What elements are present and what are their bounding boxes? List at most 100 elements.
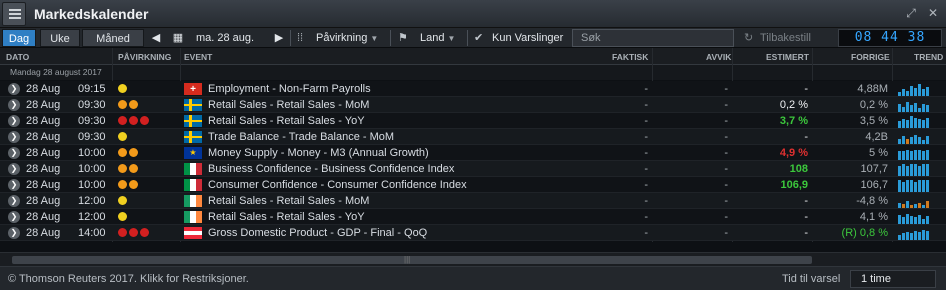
trend-bar [914, 182, 917, 192]
tab-week[interactable]: Uke [40, 29, 80, 47]
scrollbar-thumb[interactable] [12, 256, 812, 264]
trend-bar [902, 204, 905, 208]
row-event[interactable]: Retail Sales - Retail Sales - YoY [208, 211, 365, 224]
trend-bar [926, 150, 929, 160]
expand-row-icon[interactable]: ❯ [8, 227, 20, 239]
column-trend[interactable]: TREND [914, 52, 943, 62]
expand-row-icon[interactable]: ❯ [8, 195, 20, 207]
search-input[interactable]: Søk [572, 29, 734, 47]
expand-icon[interactable]: ⤢ [902, 4, 920, 22]
row-estimate: 108 [789, 163, 808, 175]
row-event[interactable]: Consumer Confidence - Consumer Confidenc… [208, 179, 467, 192]
close-icon[interactable]: ✕ [924, 4, 942, 22]
table-row[interactable]: ❯ 28 Aug 12:00 Retail Sales - Retail Sal… [0, 193, 946, 209]
notify-select[interactable]: 1 time [850, 270, 936, 288]
trend-bar [922, 140, 925, 144]
prev-date-icon[interactable]: ◀ [150, 29, 162, 47]
row-event[interactable]: Gross Domestic Product - GDP - Final - Q… [208, 227, 427, 240]
flag-ireland-icon [184, 211, 202, 223]
alerts-only-toggle[interactable]: Kun Varslinger [492, 29, 563, 47]
trend-bar [926, 164, 929, 176]
horizontal-scrollbar[interactable]: ||| [0, 252, 946, 266]
trend-bar [910, 180, 913, 192]
column-impact[interactable]: PÅVIRKNING [118, 52, 171, 62]
expand-row-icon[interactable]: ❯ [8, 115, 20, 127]
trend-bar [902, 233, 905, 240]
row-time: 09:15 [78, 83, 106, 95]
row-event[interactable]: Retail Sales - Retail Sales - MoM [208, 195, 369, 208]
tab-day[interactable]: Dag [2, 29, 36, 47]
expand-row-icon[interactable]: ❯ [8, 99, 20, 111]
row-event[interactable]: Employment - Non-Farm Payrolls [208, 83, 371, 96]
trend-bar [914, 118, 917, 128]
expand-row-icon[interactable]: ❯ [8, 179, 20, 191]
impact-indicator [118, 226, 151, 239]
trend-bar [910, 105, 913, 112]
copyright-link[interactable]: © Thomson Reuters 2017. Klikk for Restri… [8, 273, 249, 285]
expand-row-icon[interactable]: ❯ [8, 147, 20, 159]
table-row[interactable]: ❯ 28 Aug 09:30 Trade Balance - Trade Bal… [0, 129, 946, 145]
expand-row-icon[interactable]: ❯ [8, 163, 20, 175]
row-event[interactable]: Money Supply - Money - M3 (Annual Growth… [208, 147, 429, 160]
trend-bar [922, 104, 925, 112]
trend-bar [926, 118, 929, 128]
date-display[interactable]: ma. 28 aug. [196, 29, 254, 47]
table-row[interactable]: ❯ 28 Aug 14:00 Gross Domestic Product - … [0, 225, 946, 241]
trend-sparkline [898, 146, 942, 160]
trend-bar [898, 166, 901, 176]
country-filter[interactable]: Land ▼ [420, 29, 455, 47]
trend-bar [926, 201, 929, 208]
impact-dot-icon [118, 179, 127, 189]
column-event[interactable]: EVENT [184, 52, 212, 62]
impact-filter[interactable]: Påvirkning ▼ [316, 29, 378, 47]
table-row[interactable]: ❯ 28 Aug 10:00 Business Confidence - Bus… [0, 161, 946, 177]
flag-ireland-icon [184, 195, 202, 207]
row-deviation: - [724, 115, 728, 127]
row-previous: 4,88M [857, 83, 888, 95]
table-row[interactable]: ❯ 28 Aug 10:00 Consumer Confidence - Con… [0, 177, 946, 193]
expand-row-icon[interactable]: ❯ [8, 211, 20, 223]
row-event[interactable]: Retail Sales - Retail Sales - YoY [208, 115, 365, 128]
row-event[interactable]: Business Confidence - Business Confidenc… [208, 163, 454, 176]
next-date-icon[interactable]: ▶ [273, 29, 285, 47]
reset-icon[interactable]: ↻ [744, 29, 753, 47]
expand-row-icon[interactable]: ❯ [8, 131, 20, 143]
impact-dot-icon [129, 147, 138, 157]
trend-bar [914, 231, 917, 240]
trend-bar [918, 84, 921, 96]
clock-display: 08 44 38 [838, 29, 942, 47]
expand-row-icon[interactable]: ❯ [8, 83, 20, 95]
trend-bar [902, 119, 905, 128]
flag-sweden-icon [184, 131, 202, 143]
reset-button[interactable]: Tilbakestill [760, 29, 811, 47]
flag-switzerland-icon: + [184, 83, 202, 95]
row-deviation: - [724, 83, 728, 95]
row-event[interactable]: Trade Balance - Trade Balance - MoM [208, 131, 394, 144]
impact-indicator [118, 98, 140, 111]
calendar-icon[interactable]: ▦ [170, 29, 186, 47]
menu-icon[interactable] [2, 2, 26, 26]
trend-bar [910, 137, 913, 144]
column-actual[interactable]: FAKTISK [612, 52, 648, 62]
table-row[interactable]: ❯ 28 Aug 09:30 Retail Sales - Retail Sal… [0, 97, 946, 113]
column-estimate[interactable]: ESTIMERT [766, 52, 809, 62]
row-estimate: - [804, 227, 808, 239]
row-event[interactable]: Retail Sales - Retail Sales - MoM [208, 99, 369, 112]
table-row[interactable]: ❯ 28 Aug 12:00 Retail Sales - Retail Sal… [0, 209, 946, 225]
column-previous[interactable]: FORRIGE [851, 52, 890, 62]
table-row[interactable]: ❯ 28 Aug 09:15 + Employment - Non-Farm P… [0, 81, 946, 97]
row-time: 10:00 [78, 147, 106, 159]
table-row[interactable]: ❯ 28 Aug 09:30 Retail Sales - Retail Sal… [0, 113, 946, 129]
table-row[interactable]: ❯ 28 Aug 10:00 ★ Money Supply - Money - … [0, 145, 946, 161]
column-date[interactable]: DATO [6, 52, 29, 62]
tab-month[interactable]: Måned [82, 29, 144, 47]
trend-bar [906, 201, 909, 208]
column-deviation[interactable]: AVVIK [706, 52, 731, 62]
trend-bar [906, 150, 909, 160]
row-previous: (R) 0,8 % [841, 227, 888, 239]
row-estimate: 4,9 % [779, 147, 808, 159]
trend-bar [918, 180, 921, 192]
check-circle-icon[interactable]: ✔ [474, 29, 483, 47]
trend-bar [922, 180, 925, 192]
row-previous: 106,7 [860, 179, 888, 191]
